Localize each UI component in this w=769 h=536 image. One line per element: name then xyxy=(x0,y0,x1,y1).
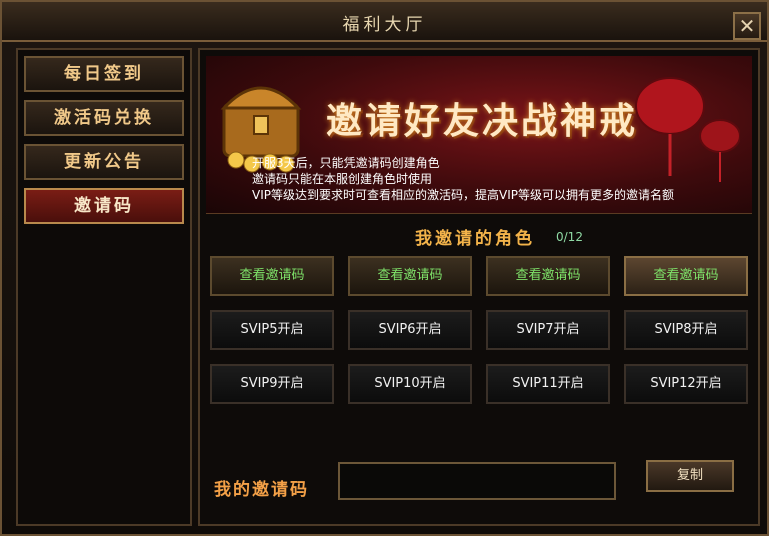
svip-locked-slot[interactable]: SVIP5开启 xyxy=(210,310,334,350)
svip-locked-slot[interactable]: SVIP11开启 xyxy=(486,364,610,404)
close-icon[interactable]: ✕ xyxy=(733,12,761,40)
svip-locked-slot[interactable]: SVIP12开启 xyxy=(624,364,748,404)
tab-update-notice[interactable]: 更新公告 xyxy=(24,144,184,180)
rule-line-1: 开服3天后，只能凭邀请码创建角色 xyxy=(252,156,440,170)
view-invite-code-button[interactable]: 查看邀请码 xyxy=(486,256,610,296)
sidebar: 每日签到 激活码兑换 更新公告 邀请码 xyxy=(16,48,192,526)
title-bar[interactable]: 福利大厅 ✕ xyxy=(2,2,767,42)
tab-activation-code[interactable]: 激活码兑换 xyxy=(24,100,184,136)
window-title: 福利大厅 xyxy=(342,15,427,35)
svip-locked-slot[interactable]: SVIP8开启 xyxy=(624,310,748,350)
copy-button[interactable]: 复制 xyxy=(646,460,734,492)
svip-locked-slot[interactable]: SVIP10开启 xyxy=(348,364,472,404)
invited-count: 0/12 xyxy=(556,230,583,244)
view-invite-code-button[interactable]: 查看邀请码 xyxy=(348,256,472,296)
svip-locked-slot[interactable]: SVIP9开启 xyxy=(210,364,334,404)
my-invite-code-label: 我的邀请码 xyxy=(214,480,309,500)
my-invite-code-field[interactable] xyxy=(338,462,616,500)
svip-locked-slot[interactable]: SVIP7开启 xyxy=(486,310,610,350)
rule-line-3: VIP等级达到要求时可查看相应的激活码，提高VIP等级可以拥有更多的邀请名额 xyxy=(252,188,674,202)
view-invite-code-button[interactable]: 查看邀请码 xyxy=(210,256,334,296)
main-panel: 邀请好友决战神戒 开服3天后，只能凭邀请码创建角色 邀请码只能在本服创建角色时使… xyxy=(198,48,760,526)
lantern-icon xyxy=(635,77,740,182)
svip-locked-slot[interactable]: SVIP6开启 xyxy=(348,310,472,350)
welfare-hall-window: 福利大厅 ✕ 每日签到 激活码兑换 更新公告 邀请码 邀请好友决战神戒 开服3天… xyxy=(0,0,769,536)
view-invite-code-button[interactable]: 查看邀请码 xyxy=(624,256,748,296)
rule-line-2: 邀请码只能在本服创建角色时使用 xyxy=(252,172,433,186)
tab-invite-code[interactable]: 邀请码 xyxy=(24,188,184,224)
tab-daily-checkin[interactable]: 每日签到 xyxy=(24,56,184,92)
invited-roles-title: 我邀请的角色 xyxy=(415,229,535,249)
banner-title: 邀请好友决战神戒 xyxy=(326,100,639,142)
invite-banner: 邀请好友决战神戒 开服3天后，只能凭邀请码创建角色 邀请码只能在本服创建角色时使… xyxy=(206,56,752,214)
